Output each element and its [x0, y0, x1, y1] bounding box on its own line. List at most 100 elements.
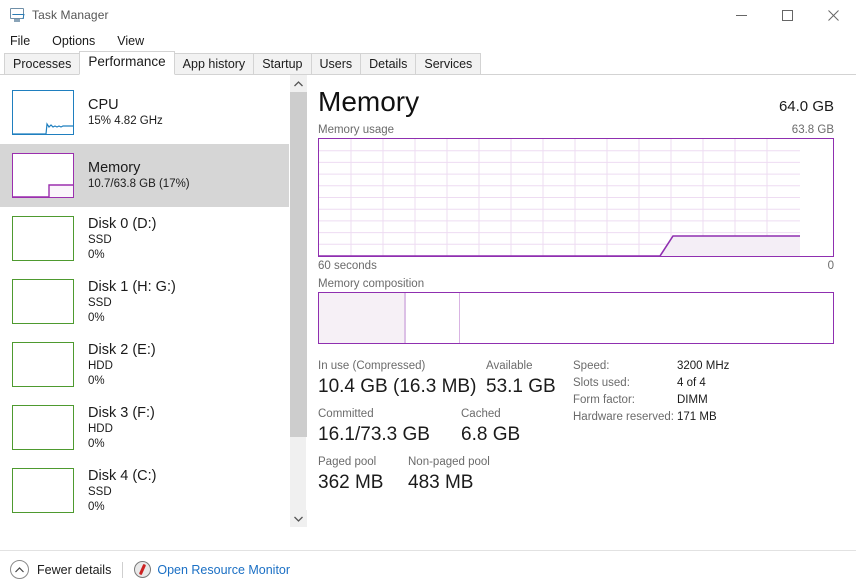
axis-label-left: 60 seconds	[318, 260, 377, 272]
spec-speed-value: 3200 MHz	[677, 358, 729, 375]
spec-slots-used-value: 4 of 4	[677, 375, 706, 392]
sidebar-item-disk-0-usage: 0%	[88, 248, 156, 263]
menu-item-view[interactable]: View	[114, 33, 147, 49]
tab-processes[interactable]: Processes	[4, 53, 80, 75]
scroll-down-icon[interactable]	[290, 510, 307, 527]
tab-app-history[interactable]: App history	[174, 53, 255, 75]
stat-available-value: 53.1 GB	[486, 374, 556, 400]
sidebar-item-disk-2-usage: 0%	[88, 374, 156, 389]
menu-bar: File Options View	[0, 30, 856, 52]
tab-startup[interactable]: Startup	[253, 53, 311, 75]
chevron-up-icon[interactable]	[10, 560, 29, 579]
close-button[interactable]	[810, 0, 856, 30]
spec-slots-used-key: Slots used:	[573, 375, 677, 392]
page-title: Memory	[318, 85, 419, 119]
sidebar-item-disk-1-type: SSD	[88, 296, 176, 311]
memory-stats: In use (Compressed) 10.4 GB (16.3 MB) Av…	[318, 358, 834, 502]
fewer-details-button[interactable]: Fewer details	[37, 563, 111, 577]
menu-item-file[interactable]: File	[7, 33, 33, 49]
tab-details[interactable]: Details	[360, 53, 416, 75]
sidebar-item-disk-2-title: Disk 2 (E:)	[88, 341, 156, 359]
spec-hardware-reserved-key: Hardware reserved:	[573, 409, 677, 426]
detail-header: Memory 64.0 GB	[318, 85, 834, 119]
memory-composition-bar[interactable]	[318, 292, 834, 344]
memory-usage-graph	[318, 138, 834, 257]
stat-in-use-value: 10.4 GB (16.3 MB)	[318, 374, 486, 400]
memory-stats-left: In use (Compressed) 10.4 GB (16.3 MB) Av…	[318, 358, 573, 502]
sidebar-item-disk-4-text: Disk 4 (C:) SSD 0%	[88, 467, 156, 515]
disk1-thumbnail-graph	[12, 279, 74, 324]
sidebar-item-disk-2-text: Disk 2 (E:) HDD 0%	[88, 341, 156, 389]
sidebar-item-cpu[interactable]: CPU 15% 4.82 GHz	[0, 81, 306, 144]
composition-title: Memory composition	[318, 278, 834, 290]
stat-cached: Cached 6.8 GB	[461, 406, 520, 448]
open-resource-monitor-link[interactable]: Open Resource Monitor	[157, 563, 290, 577]
sidebar-item-disk-2[interactable]: Disk 2 (E:) HDD 0%	[0, 333, 306, 396]
minimize-button[interactable]	[718, 0, 764, 30]
sidebar-item-disk-1-title: Disk 1 (H: G:)	[88, 278, 176, 296]
usage-graph-title: Memory usage	[318, 124, 394, 136]
stat-committed-value: 16.1/73.3 GB	[318, 422, 461, 448]
tab-services[interactable]: Services	[415, 53, 481, 75]
title-bar: Task Manager	[0, 0, 856, 30]
stats-row-3: Paged pool 362 MB Non-paged pool 483 MB	[318, 454, 573, 496]
sidebar-item-disk-3-usage: 0%	[88, 437, 155, 452]
tab-users[interactable]: Users	[311, 53, 362, 75]
maximize-button[interactable]	[764, 0, 810, 30]
stats-row-2: Committed 16.1/73.3 GB Cached 6.8 GB	[318, 406, 573, 448]
resource-monitor-icon	[134, 561, 151, 578]
axis-label-right: 0	[828, 260, 834, 272]
sidebar-item-disk-3-type: HDD	[88, 422, 155, 437]
spec-form-factor: Form factor: DIMM	[573, 392, 729, 409]
sidebar-item-memory[interactable]: Memory 10.7/63.8 GB (17%)	[0, 144, 306, 207]
sidebar-item-disk-4[interactable]: Disk 4 (C:) SSD 0%	[0, 459, 306, 522]
spec-speed: Speed: 3200 MHz	[573, 358, 729, 375]
sidebar-item-disk-1-usage: 0%	[88, 311, 176, 326]
sidebar-item-disk-1-text: Disk 1 (H: G:) SSD 0%	[88, 278, 176, 326]
spec-hardware-reserved: Hardware reserved: 171 MB	[573, 409, 729, 426]
sidebar-item-disk-3-title: Disk 3 (F:)	[88, 404, 155, 422]
usage-graph-max: 63.8 GB	[792, 124, 834, 136]
sidebar-item-disk-0[interactable]: Disk 0 (D:) SSD 0%	[0, 207, 306, 270]
window-title: Task Manager	[32, 8, 109, 22]
memory-total: 64.0 GB	[779, 98, 834, 115]
stat-in-use-caption: In use (Compressed)	[318, 358, 486, 374]
stat-paged-pool: Paged pool 362 MB	[318, 454, 408, 496]
disk2-thumbnail-graph	[12, 342, 74, 387]
sidebar-scrollbar[interactable]	[289, 75, 306, 527]
menu-item-options[interactable]: Options	[49, 33, 98, 49]
cpu-thumbnail-graph	[12, 90, 74, 135]
spec-speed-key: Speed:	[573, 358, 677, 375]
usage-graph-axis: 60 seconds 0	[318, 260, 834, 272]
scrollbar-thumb[interactable]	[290, 92, 307, 437]
memory-thumbnail-graph	[12, 153, 74, 198]
stat-paged-pool-caption: Paged pool	[318, 454, 408, 470]
scroll-up-icon[interactable]	[290, 75, 307, 92]
content-area: CPU 15% 4.82 GHz Memory 10.7/63.8 GB (17…	[0, 75, 856, 527]
sidebar-item-disk-3-text: Disk 3 (F:) HDD 0%	[88, 404, 155, 452]
sidebar-item-disk-4-usage: 0%	[88, 500, 156, 515]
detail-pane: Memory 64.0 GB Memory usage 63.8 GB	[306, 75, 856, 527]
stat-committed: Committed 16.1/73.3 GB	[318, 406, 461, 448]
status-bar: Fewer details Open Resource Monitor	[0, 550, 856, 588]
tab-performance[interactable]: Performance	[79, 51, 174, 75]
sidebar-item-disk-1[interactable]: Disk 1 (H: G:) SSD 0%	[0, 270, 306, 333]
resource-list: CPU 15% 4.82 GHz Memory 10.7/63.8 GB (17…	[0, 75, 306, 527]
sidebar-item-cpu-title: CPU	[88, 96, 163, 114]
sidebar-item-disk-0-text: Disk 0 (D:) SSD 0%	[88, 215, 156, 263]
tab-strip: Processes Performance App history Startu…	[0, 52, 856, 75]
stat-paged-pool-value: 362 MB	[318, 470, 408, 496]
stat-non-paged-pool-value: 483 MB	[408, 470, 490, 496]
sidebar-item-disk-3[interactable]: Disk 3 (F:) HDD 0%	[0, 396, 306, 459]
spec-form-factor-value: DIMM	[677, 392, 708, 409]
sidebar-item-disk-4-title: Disk 4 (C:)	[88, 467, 156, 485]
spec-hardware-reserved-value: 171 MB	[677, 409, 717, 426]
sidebar-item-memory-text: Memory 10.7/63.8 GB (17%)	[88, 159, 190, 192]
stat-available: Available 53.1 GB	[486, 358, 556, 400]
stat-cached-caption: Cached	[461, 406, 520, 422]
stat-non-paged-pool-caption: Non-paged pool	[408, 454, 490, 470]
stat-cached-value: 6.8 GB	[461, 422, 520, 448]
stat-non-paged-pool: Non-paged pool 483 MB	[408, 454, 490, 496]
sidebar-item-cpu-sub: 15% 4.82 GHz	[88, 114, 163, 129]
stat-available-caption: Available	[486, 358, 556, 374]
